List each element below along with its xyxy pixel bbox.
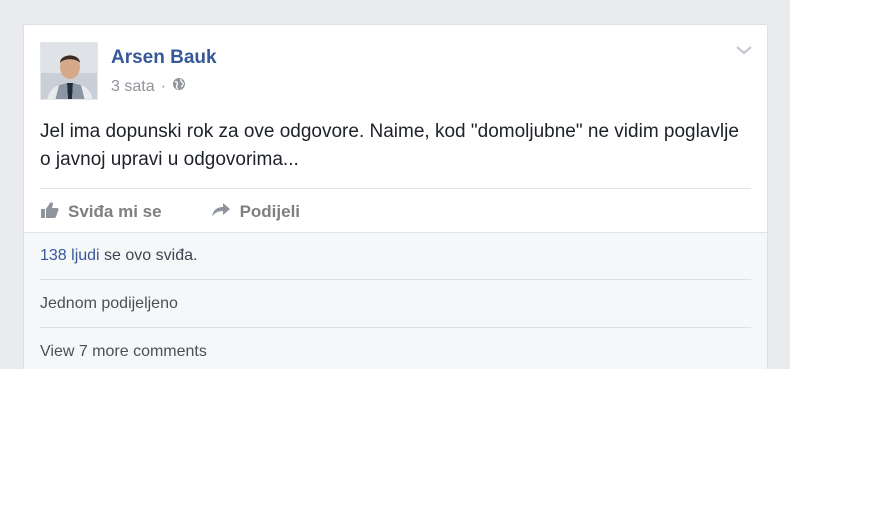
- view-more-comments-link[interactable]: View 7 more comments: [40, 343, 751, 361]
- feedback-section: 138 ljudi se ovo sviđa. Jednom podijelje…: [24, 232, 767, 369]
- like-button[interactable]: Sviđa mi se: [40, 201, 162, 224]
- post-actions: Sviđa mi se Podijeli: [40, 198, 300, 226]
- meta-separator: ·: [160, 77, 166, 95]
- post-text: Jel ima dopunski rok za ove odgovore. Na…: [40, 121, 739, 170]
- post-meta: 3 sata ·: [111, 77, 186, 96]
- divider: [40, 188, 751, 189]
- likes-suffix: se ovo sviđa.: [99, 247, 198, 264]
- likes-count-link[interactable]: 138 ljudi: [40, 247, 100, 264]
- chevron-down-icon[interactable]: [735, 43, 753, 57]
- divider: [40, 279, 751, 280]
- share-button[interactable]: Podijeli: [210, 201, 300, 224]
- like-button-label: Sviđa mi se: [68, 202, 162, 221]
- post-card: Arsen Bauk 3 sata · Jel ima dopunski rok…: [23, 24, 768, 369]
- globe-icon[interactable]: [172, 77, 186, 96]
- avatar[interactable]: [40, 42, 98, 100]
- share-arrow-icon: [210, 201, 232, 224]
- author-name[interactable]: Arsen Bauk: [111, 47, 217, 69]
- shares-link[interactable]: Jednom podijeljeno: [40, 295, 751, 313]
- thumbs-up-icon: [40, 201, 60, 224]
- post-timestamp[interactable]: 3 sata: [111, 78, 155, 96]
- share-button-label: Podijeli: [239, 202, 301, 221]
- likes-summary: 138 ljudi se ovo sviđa.: [40, 247, 751, 265]
- divider: [40, 327, 751, 328]
